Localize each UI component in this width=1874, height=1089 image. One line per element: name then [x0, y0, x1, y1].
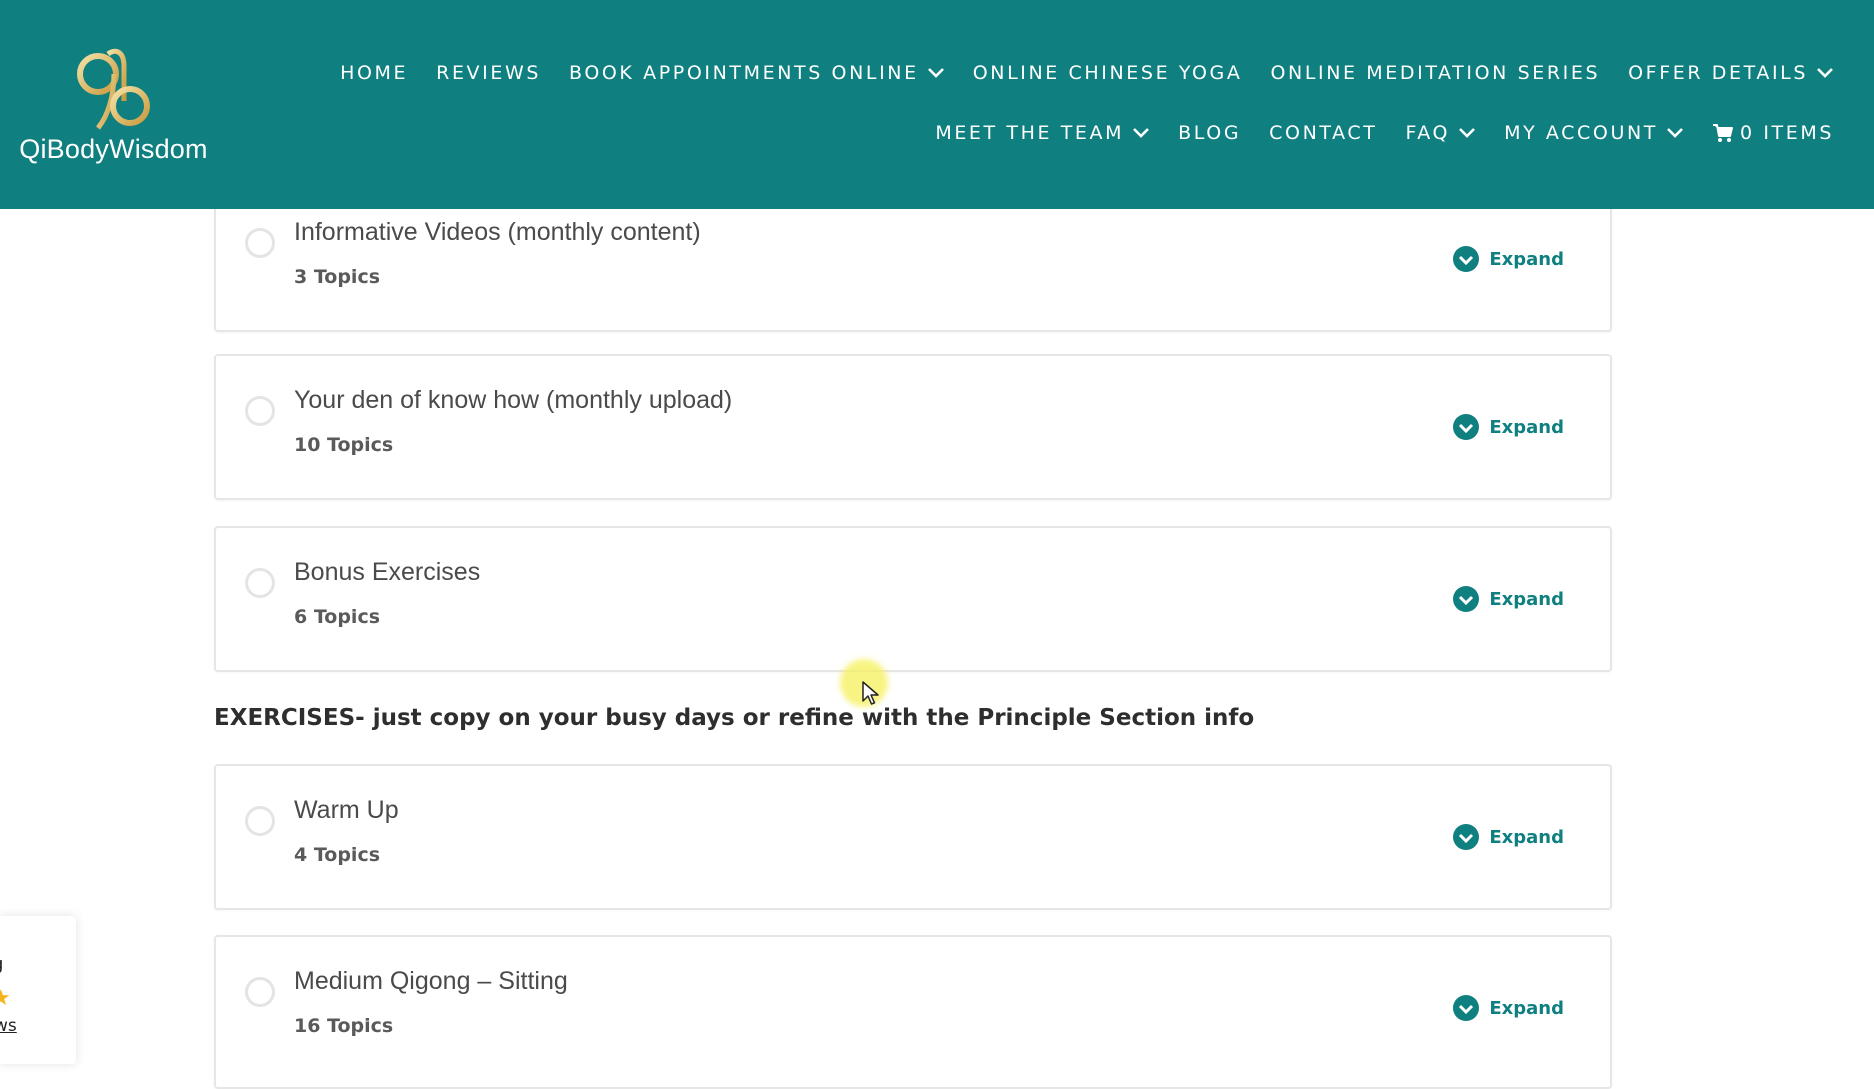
expand-button[interactable]: Expand	[1453, 246, 1564, 272]
mouse-cursor-icon	[862, 681, 879, 705]
chevron-down-icon	[1459, 128, 1475, 138]
lesson-title[interactable]: Bonus Exercises	[294, 558, 480, 587]
chevron-down-icon	[1667, 128, 1683, 138]
star-icon: ★	[0, 986, 11, 1011]
nav-blog[interactable]: BLOG	[1178, 122, 1241, 144]
lesson-status-radio	[245, 568, 275, 598]
nav-my-account[interactable]: MY ACCOUNT	[1504, 122, 1684, 144]
lesson-topics-count: 6 Topics	[294, 606, 381, 628]
cart-icon	[1713, 124, 1733, 142]
lesson-title[interactable]: Informative Videos (monthly content)	[294, 218, 701, 247]
nav-meet-the-team[interactable]: MEET THE TEAM	[935, 122, 1150, 144]
chevron-down-icon	[1817, 68, 1833, 78]
reviews-widget-text: g	[0, 954, 3, 975]
expand-button[interactable]: Expand	[1453, 586, 1564, 612]
nav-faq[interactable]: FAQ	[1405, 122, 1476, 144]
nav-offer-details[interactable]: OFFER DETAILS	[1628, 62, 1834, 84]
lesson-item[interactable]: Warm Up 4 Topics Expand	[214, 764, 1612, 910]
expand-button[interactable]: Expand	[1453, 995, 1564, 1021]
section-heading: EXERCISES- just copy on your busy days o…	[214, 705, 1255, 731]
main-nav-row-2: MEET THE TEAM BLOG CONTACT FAQ MY ACCOUN…	[907, 122, 1834, 144]
lesson-status-radio	[245, 806, 275, 836]
lesson-item[interactable]: Your den of know how (monthly upload) 10…	[214, 354, 1612, 500]
lesson-topics-count: 16 Topics	[294, 1015, 394, 1037]
lesson-status-radio	[245, 228, 275, 258]
nav-cart[interactable]: 0 ITEMS	[1712, 122, 1834, 144]
expand-button[interactable]: Expand	[1453, 824, 1564, 850]
check-circle-icon	[1453, 586, 1480, 612]
reviews-widget-link[interactable]: ws	[0, 1016, 17, 1036]
nav-home[interactable]: HOME	[340, 62, 408, 84]
lesson-item[interactable]: Bonus Exercises 6 Topics Expand	[214, 526, 1612, 672]
lesson-status-radio	[245, 977, 275, 1007]
site-header: QiBodyWisdom HOME REVIEWS BOOK APPOINTME…	[0, 0, 1874, 209]
lesson-topics-count: 4 Topics	[294, 844, 381, 866]
logo-mark-icon	[77, 48, 150, 130]
logo-text: QiBodyWisdom	[19, 134, 208, 164]
site-logo[interactable]: QiBodyWisdom	[6, 46, 221, 171]
nav-book-appointments[interactable]: BOOK APPOINTMENTS ONLINE	[569, 62, 945, 84]
lesson-title[interactable]: Your den of know how (monthly upload)	[294, 386, 732, 415]
nav-reviews[interactable]: REVIEWS	[436, 62, 541, 84]
check-circle-icon	[1453, 246, 1480, 272]
nav-online-meditation-series[interactable]: ONLINE MEDITATION SERIES	[1270, 62, 1600, 84]
check-circle-icon	[1453, 824, 1480, 850]
lesson-topics-count: 10 Topics	[294, 434, 394, 456]
check-circle-icon	[1453, 414, 1480, 440]
chevron-down-icon	[927, 68, 944, 78]
check-circle-icon	[1453, 995, 1480, 1021]
nav-contact[interactable]: CONTACT	[1269, 122, 1377, 144]
nav-online-chinese-yoga[interactable]: ONLINE CHINESE YOGA	[973, 62, 1243, 84]
lesson-item[interactable]: Medium Qigong – Sitting 16 Topics Expand	[214, 935, 1612, 1089]
lesson-title[interactable]: Medium Qigong – Sitting	[294, 967, 568, 996]
lesson-status-radio	[245, 396, 275, 426]
main-nav-row-1: HOME REVIEWS BOOK APPOINTMENTS ONLINE ON…	[312, 62, 1834, 84]
chevron-down-icon	[1133, 128, 1150, 138]
reviews-widget[interactable]: g ★ ws	[0, 916, 76, 1064]
expand-button[interactable]: Expand	[1453, 414, 1564, 440]
lesson-title[interactable]: Warm Up	[294, 796, 399, 825]
lesson-topics-count: 3 Topics	[294, 266, 381, 288]
